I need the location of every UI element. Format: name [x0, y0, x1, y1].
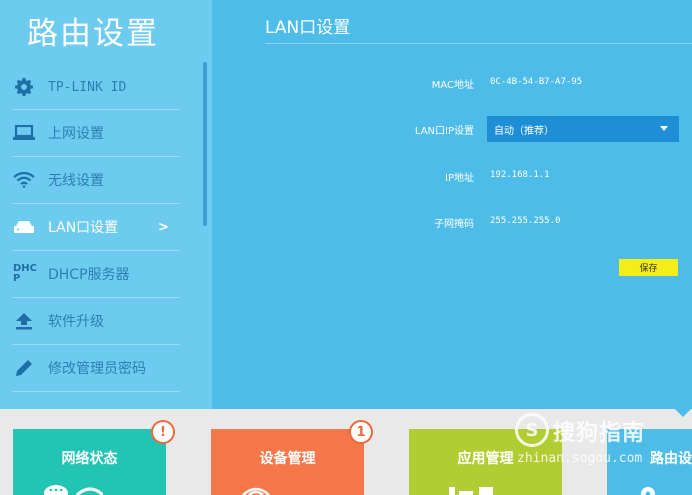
main-panel: LAN口设置 MAC地址 0C-4B-54-B7-A7-95 LAN口IP设置 …	[212, 0, 692, 409]
chat-icon	[43, 480, 105, 495]
subnet-mask-label: 子网掩码	[434, 219, 474, 230]
sidebar-item-label: 软件升级	[48, 314, 104, 330]
sidebar-item-label: TP-LINK ID	[48, 79, 127, 95]
lan-ip-mode-select[interactable]: 自动（推荐）	[487, 116, 679, 142]
wifi-icon	[241, 480, 271, 495]
sidebar-item-label: LAN口设置	[48, 220, 119, 236]
sidebar-item-dhcp[interactable]: DHC P DHCP服务器	[0, 251, 180, 297]
ip-address-value: 192.168.1.1	[490, 170, 550, 180]
watermark-url: zhinan.sogou.com	[517, 451, 643, 466]
sidebar-scrollbar[interactable]	[203, 62, 207, 226]
save-button[interactable]: 保存	[619, 259, 678, 276]
mac-value: 0C-4B-54-B7-A7-95	[490, 77, 583, 87]
sidebar-item-password[interactable]: 修改管理员密码	[0, 345, 180, 391]
lan-ip-setting-label: LAN口IP设置	[414, 126, 474, 137]
sidebar-item-label: 上网设置	[48, 126, 104, 142]
tile-network-status[interactable]: 网络状态 !	[13, 420, 175, 495]
chevron-right-icon: >	[158, 219, 169, 235]
sidebar-item-wireless[interactable]: 无线设置	[0, 157, 180, 203]
gear-icon	[0, 77, 48, 97]
sidebar-item-tplink-id[interactable]: TP-LINK ID	[0, 64, 180, 110]
sidebar: 路由设置 TP-LINK ID 上网设置 无线设置 LAN口设置 > DHC P	[0, 0, 212, 409]
tile-label: 设备管理	[259, 451, 316, 467]
dhcp-icon: DHC P	[0, 264, 48, 284]
alert-badge: !	[151, 420, 175, 444]
mac-label: MAC地址	[431, 80, 474, 91]
watermark-name: 搜狗指南	[553, 421, 646, 446]
router-icon	[0, 219, 48, 235]
subnet-mask-value: 255.255.255.0	[490, 216, 561, 226]
sogou-logo: S	[515, 413, 549, 447]
ip-address-label: IP地址	[445, 173, 474, 184]
lan-ip-mode-value: 自动（推荐）	[494, 125, 554, 137]
watermark: S 搜狗指南 zhinan.sogou.com	[515, 411, 692, 471]
sidebar-item-label: DHCP服务器	[48, 267, 130, 283]
sidebar-item-lan[interactable]: LAN口设置 >	[0, 204, 180, 250]
sidebar-item-upgrade[interactable]: 软件升级	[0, 298, 180, 344]
sidebar-item-internet[interactable]: 上网设置	[0, 110, 180, 156]
apps-icon	[449, 480, 499, 495]
dhcp-icon-line2: P	[13, 273, 21, 284]
tile-label: 网络状态	[61, 451, 118, 467]
divider	[12, 391, 180, 392]
laptop-icon	[0, 125, 48, 141]
tile-device-management[interactable]: 设备管理 1	[211, 420, 373, 495]
page-title: LAN口设置	[265, 18, 351, 38]
wifi-icon	[0, 172, 48, 188]
upload-icon	[0, 312, 48, 330]
sidebar-item-label: 修改管理员密码	[48, 361, 146, 377]
gear-icon	[637, 480, 659, 495]
app-title: 路由设置	[27, 16, 159, 52]
title-divider	[265, 43, 692, 44]
count-badge: 1	[349, 420, 373, 444]
caret-down-icon	[660, 126, 668, 131]
pencil-icon	[0, 358, 48, 378]
sidebar-item-label: 无线设置	[48, 173, 104, 189]
